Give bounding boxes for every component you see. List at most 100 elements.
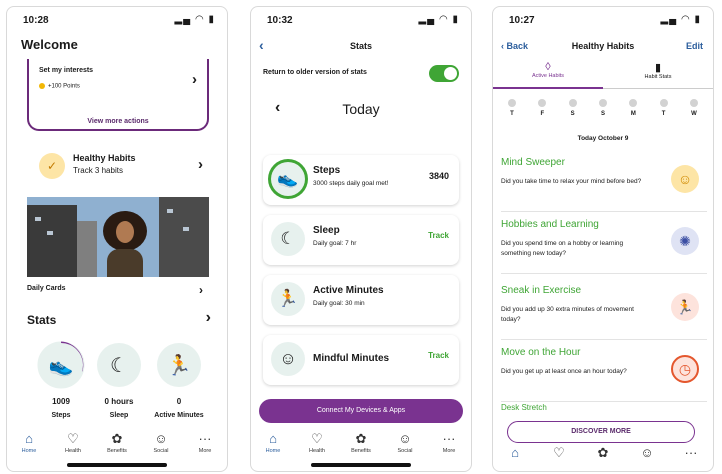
- actions-card[interactable]: Set my interests +100 Points › View more…: [27, 59, 209, 131]
- building-shape: [77, 221, 97, 277]
- tab-label: Home: [21, 448, 37, 454]
- active-person-icon[interactable]: 🏃: [157, 343, 201, 387]
- status-bar: 10:28 ▂▄ ◠ ▮: [7, 7, 227, 33]
- tab-health[interactable]: ♡ Health: [51, 427, 95, 459]
- sleep-moon-icon[interactable]: ☾: [97, 343, 141, 387]
- day-letter: T: [661, 111, 666, 117]
- tab-label: More: [198, 448, 212, 454]
- shoe-icon: 👟: [271, 162, 305, 196]
- healthy-habits-card[interactable]: ✓ Healthy Habits Track 3 habits ›: [27, 147, 209, 187]
- daily-card-image[interactable]: [27, 197, 209, 277]
- stats-heading: Stats: [27, 313, 57, 327]
- habits-icon: ✓: [39, 153, 65, 179]
- tab-home[interactable]: ⌂ Home: [251, 427, 295, 459]
- day-fri[interactable]: F: [531, 99, 553, 123]
- tab-more[interactable]: ··· More: [183, 427, 227, 459]
- tab-home[interactable]: ⌂ Home: [7, 427, 51, 459]
- tab-benefits[interactable]: ✿: [581, 443, 625, 463]
- habit-mind-sweeper[interactable]: Mind Sweeper Did you take time to relax …: [501, 151, 707, 212]
- tab-benefits[interactable]: ✿ Benefits: [95, 427, 139, 459]
- day-tue-2[interactable]: T: [653, 99, 675, 123]
- chevron-right-icon[interactable]: ›: [206, 309, 211, 327]
- tab-social[interactable]: ☺ Social: [139, 427, 183, 459]
- steps-card[interactable]: 👟 Steps 3000 steps daily goal met! 3840: [263, 155, 459, 205]
- older-stats-toggle[interactable]: [429, 65, 459, 82]
- running-icon: 🏃: [671, 293, 699, 321]
- tab-more[interactable]: ··· More: [427, 427, 471, 459]
- tab-social[interactable]: ☺: [625, 443, 669, 463]
- track-link[interactable]: Track: [428, 231, 449, 240]
- card-name: Sleep: [313, 225, 340, 236]
- bar-chart-icon: ▮: [654, 62, 662, 74]
- habit-name: Hobbies and Learning: [501, 219, 599, 230]
- person-icon: 🏃: [271, 282, 305, 316]
- tab-label: Benefits: [351, 448, 371, 454]
- tab-benefits[interactable]: ✿ Benefits: [339, 427, 383, 459]
- toggle-knob: [444, 67, 457, 80]
- tab-label: Habit Stats: [644, 74, 672, 80]
- points-label: +100 Points: [39, 83, 80, 90]
- window-shape: [167, 209, 173, 213]
- tab-active-habits[interactable]: ◊ Active Habits: [493, 61, 603, 79]
- face-icon: ☺: [271, 342, 305, 376]
- habit-hobbies-learning[interactable]: Hobbies and Learning Did you spend time …: [501, 213, 707, 274]
- steps-value: 1009: [52, 397, 70, 406]
- sleep-card[interactable]: ☾ Sleep Daily goal: 7 hr Track: [263, 215, 459, 265]
- card-goal: Daily goal: 7 hr: [313, 240, 357, 247]
- steps-label: Steps: [51, 412, 71, 419]
- status-time: 10:28: [23, 15, 49, 26]
- tab-more[interactable]: ···: [669, 443, 713, 463]
- day-tue[interactable]: T: [501, 99, 523, 123]
- more-dots-icon: ···: [684, 445, 698, 460]
- heart-icon: ♡: [311, 431, 323, 446]
- older-stats-label: Return to older version of stats: [263, 69, 367, 76]
- tab-habit-stats[interactable]: ▮ Habit Stats: [603, 61, 713, 80]
- connect-devices-button[interactable]: Connect My Devices & Apps: [259, 399, 463, 423]
- tab-health[interactable]: ♡: [537, 443, 581, 463]
- daily-cards-row[interactable]: Daily Cards ›: [27, 283, 209, 297]
- card-name: Active Minutes: [313, 285, 384, 296]
- day-circle: [568, 99, 577, 107]
- day-circle: [598, 99, 607, 107]
- day-sun[interactable]: S: [592, 99, 614, 123]
- day-sat[interactable]: S: [562, 99, 584, 123]
- tab-bar: ⌂ Home ♡ Health ✿ Benefits ☺ Social ··· More: [251, 427, 471, 459]
- tab-bar: ⌂ Home ♡ Health ✿ Benefits ☺ Social ··· More: [7, 427, 227, 459]
- chevron-right-icon[interactable]: ›: [192, 71, 197, 88]
- status-time: 10:27: [509, 15, 535, 26]
- person-photo: [103, 211, 147, 277]
- home-indicator: [67, 463, 167, 467]
- active-minutes-label: Active Minutes: [154, 412, 204, 419]
- edit-button[interactable]: Edit: [686, 41, 703, 51]
- chevron-right-icon[interactable]: ›: [198, 156, 203, 173]
- day-wed[interactable]: W: [683, 99, 705, 123]
- day-mon[interactable]: M: [622, 99, 644, 123]
- tab-health[interactable]: ♡ Health: [295, 427, 339, 459]
- stats-screen: 10:32 ▂▄ ◠ ▮ ‹ Stats Return to older ver…: [250, 6, 472, 472]
- signal-wifi-battery-icon: ▂▄ ◠ ▮: [660, 14, 701, 25]
- window-shape: [35, 217, 41, 221]
- mindful-minutes-card[interactable]: ☺ Mindful Minutes Track: [263, 335, 459, 385]
- discover-more-button[interactable]: DISCOVER MORE: [507, 421, 695, 443]
- chevron-right-icon[interactable]: ›: [199, 283, 203, 297]
- active-minutes-card[interactable]: 🏃 Active Minutes Daily goal: 30 min: [263, 275, 459, 325]
- today-date: Today October 9: [577, 135, 629, 142]
- day-letter: M: [630, 111, 636, 117]
- status-time: 10:32: [267, 15, 293, 26]
- steps-icon[interactable]: 👟: [39, 343, 83, 387]
- habit-move-hour[interactable]: Move on the Hour Did you get up at least…: [501, 341, 707, 402]
- tab-social[interactable]: ☺ Social: [383, 427, 427, 459]
- active-tab-underline: [493, 87, 603, 89]
- tab-home[interactable]: ⌂: [493, 443, 537, 463]
- habit-sneak-exercise[interactable]: Sneak in Exercise Did you add up 30 extr…: [501, 279, 707, 340]
- tab-label: Home: [265, 448, 281, 454]
- habits-title: Healthy Habits: [73, 153, 136, 163]
- habit-question: Did you spend time on a hobby or learnin…: [501, 240, 624, 257]
- day-letter: F: [540, 111, 545, 117]
- track-link[interactable]: Track: [428, 351, 449, 360]
- interests-label: Set my interests: [39, 67, 94, 74]
- page-title: Welcome: [21, 37, 78, 52]
- clock-icon: ◷: [671, 355, 699, 383]
- sleep-value: 0 hours: [104, 397, 134, 406]
- view-more-actions-link[interactable]: View more actions: [29, 118, 207, 125]
